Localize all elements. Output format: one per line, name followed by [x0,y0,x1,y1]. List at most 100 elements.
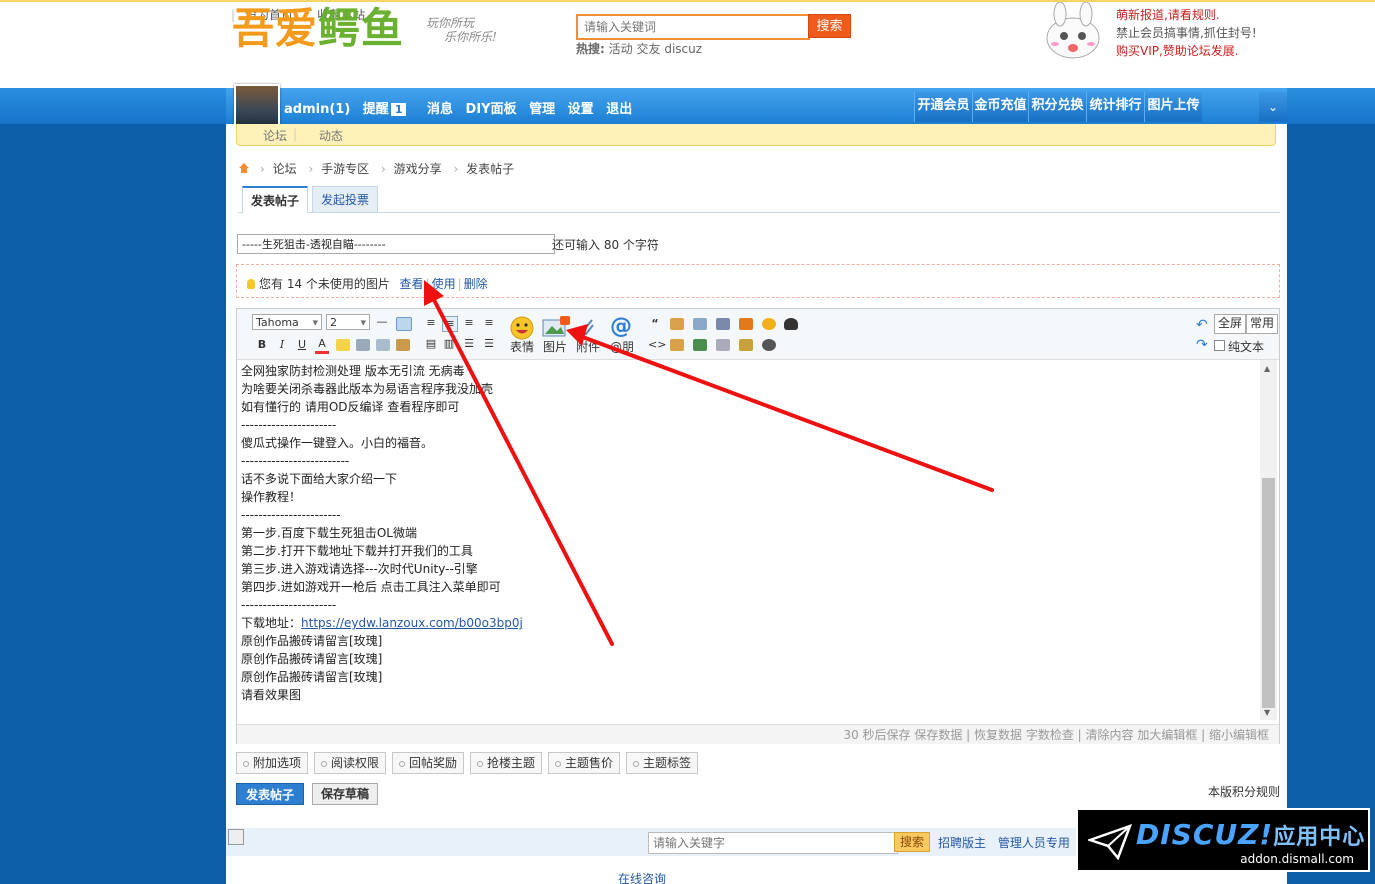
plaintext-checkbox[interactable] [1214,340,1225,351]
quicknav-ranking[interactable]: 统计排行 [1086,92,1144,122]
float-right-icon[interactable]: ▥ [442,337,456,351]
size-select[interactable]: 2 ▾ [326,314,370,330]
quicknav-recharge[interactable]: 金币充值 [972,92,1028,122]
notice-line3[interactable]: 购买VIP,赞助论坛发展. [1116,42,1257,60]
align-justify-icon[interactable]: ≡ [482,316,496,330]
tab-post[interactable]: 发表帖子 [242,186,309,213]
align-left-icon[interactable]: ≡ [424,316,438,330]
page-break-icon[interactable] [716,318,730,330]
save-draft-button[interactable]: 保存草稿 [312,783,378,805]
option-price[interactable]: 主题售价 [548,752,621,774]
bg-icon[interactable] [762,318,776,330]
hide-icon[interactable] [693,318,707,330]
diy-panel-link[interactable]: DIY面板 [466,102,517,117]
quicknav-upload[interactable]: 图片上传 [1144,92,1202,122]
hot-term[interactable]: 交友 [636,42,660,56]
quicknav-vip[interactable]: 开通会员 [914,92,972,122]
highlight-icon[interactable] [336,339,350,351]
qq-icon[interactable] [784,318,798,330]
password-icon[interactable] [670,339,684,351]
subnav-forum[interactable]: 论坛 [263,127,287,144]
settings-link[interactable]: 设置 [568,102,594,117]
emoji-icon[interactable] [510,316,534,340]
option-floor-grab[interactable]: 抢楼主题 [470,752,543,774]
align-right-icon[interactable]: ≡ [462,316,476,330]
common-mode-button[interactable]: 常用 [1246,314,1279,334]
font-color-icon[interactable]: A [315,337,329,354]
flash-icon[interactable] [739,318,753,330]
template-icon[interactable] [716,339,730,351]
quote-icon[interactable]: “ [648,317,662,331]
horizontal-rule-icon[interactable]: — [375,315,389,329]
home-icon[interactable] [238,162,250,174]
footer-search-input[interactable] [648,832,898,854]
option-extra[interactable]: 附加选项 [236,752,309,774]
breadcrumb-item[interactable]: 论坛 [273,162,297,176]
hot-term[interactable]: 活动 [609,42,633,56]
underline-icon[interactable]: U [295,338,309,352]
hot-term[interactable]: discuz [664,42,702,56]
unlink-icon[interactable] [376,339,390,351]
breadcrumb-item[interactable]: 游戏分享 [394,162,442,176]
option-tags[interactable]: 主题标签 [626,752,699,774]
search-button[interactable]: 搜索 [808,14,851,38]
footer-search-button[interactable]: 搜索 [894,832,930,852]
scroll-down-icon[interactable]: ▼ [1264,708,1270,717]
search-input[interactable] [578,16,812,38]
attachment-label[interactable]: 附件 [576,338,600,355]
emoji-label[interactable]: 表情 [510,338,534,355]
use-images-link[interactable]: 使用 [432,277,456,291]
option-reply-reward[interactable]: 回帖奖励 [392,752,465,774]
notice-line1[interactable]: 萌新报道,请看规则. [1116,6,1257,24]
site-logo[interactable]: 吾爱鳄鱼 [232,6,404,52]
online-consult-button[interactable]: 在线咨询 [598,872,666,884]
view-images-link[interactable]: 查看 [400,277,424,291]
scroll-up-icon[interactable]: ▲ [1264,364,1270,373]
image-icon[interactable] [542,316,572,338]
logout-link[interactable]: 退出 [606,102,632,117]
align-center-icon[interactable]: ≡ [442,316,458,332]
submit-post-button[interactable]: 发表帖子 [236,783,304,805]
code-icon[interactable]: <> [648,338,666,352]
username-link[interactable]: admin(1) [284,102,350,117]
at-icon[interactable]: @ [610,314,632,339]
clear-format-icon[interactable] [396,339,410,351]
undo-icon[interactable]: ↶ [1196,317,1208,333]
messages-link[interactable]: 消息 [427,102,453,117]
music-icon[interactable] [739,339,753,351]
scrollbar-thumb[interactable] [1262,478,1275,708]
post-content-textarea[interactable]: 全网独家防封检测处理 版本无引流 无病毒 为啥要关闭杀毒器此版本为易语言程序我没… [237,360,1259,724]
option-read-perm[interactable]: 阅读权限 [314,752,387,774]
quicknav-exchange[interactable]: 积分兑换 [1028,92,1086,122]
breadcrumb-item[interactable]: 手游专区 [321,162,369,176]
italic-icon[interactable]: I [275,338,289,352]
credit-rules-link[interactable]: 本版积分规则 [1208,783,1280,800]
footer-link-staff[interactable]: 管理人员专用 [998,836,1070,850]
globe-icon[interactable] [762,339,776,351]
ordered-list-icon[interactable]: ☰ [462,337,476,351]
font-select[interactable]: Tahoma ▾ [252,314,322,330]
subject-input[interactable] [237,234,555,254]
editor-status-text[interactable]: 30 秒后保存 保存数据 | 恢复数据 字数检查 | 清除内容 加大编辑框 | … [843,726,1269,743]
image-label[interactable]: 图片 [543,338,567,355]
at-friend-label[interactable]: @朋 [610,338,634,355]
redo-icon[interactable]: ↷ [1196,337,1208,353]
subnav-feed[interactable]: 动态 [319,127,343,144]
table-icon[interactable] [396,317,412,331]
attachment-icon[interactable] [578,316,598,338]
unordered-list-icon[interactable]: ☰ [482,337,496,351]
manage-link[interactable]: 管理 [529,102,555,117]
link-icon[interactable] [356,339,370,351]
video-icon[interactable] [693,339,707,351]
delete-images-link[interactable]: 删除 [464,277,488,291]
remind-link[interactable]: 提醒 1 [363,102,415,117]
float-left-icon[interactable]: ▤ [424,337,438,351]
notice-line2[interactable]: 禁止会员搞事情,抓住封号! [1116,24,1257,42]
chevron-down-icon[interactable]: ⌄ [1259,92,1287,122]
download-link[interactable]: https://eydw.lanzoux.com/b00o3bp0j [301,616,523,630]
fullscreen-button[interactable]: 全屏 [1214,314,1247,334]
bold-icon[interactable]: B [255,338,269,352]
footer-link-moderator[interactable]: 招聘版主 [938,836,986,850]
tab-poll[interactable]: 发起投票 [312,186,379,212]
free-icon[interactable] [670,318,684,330]
